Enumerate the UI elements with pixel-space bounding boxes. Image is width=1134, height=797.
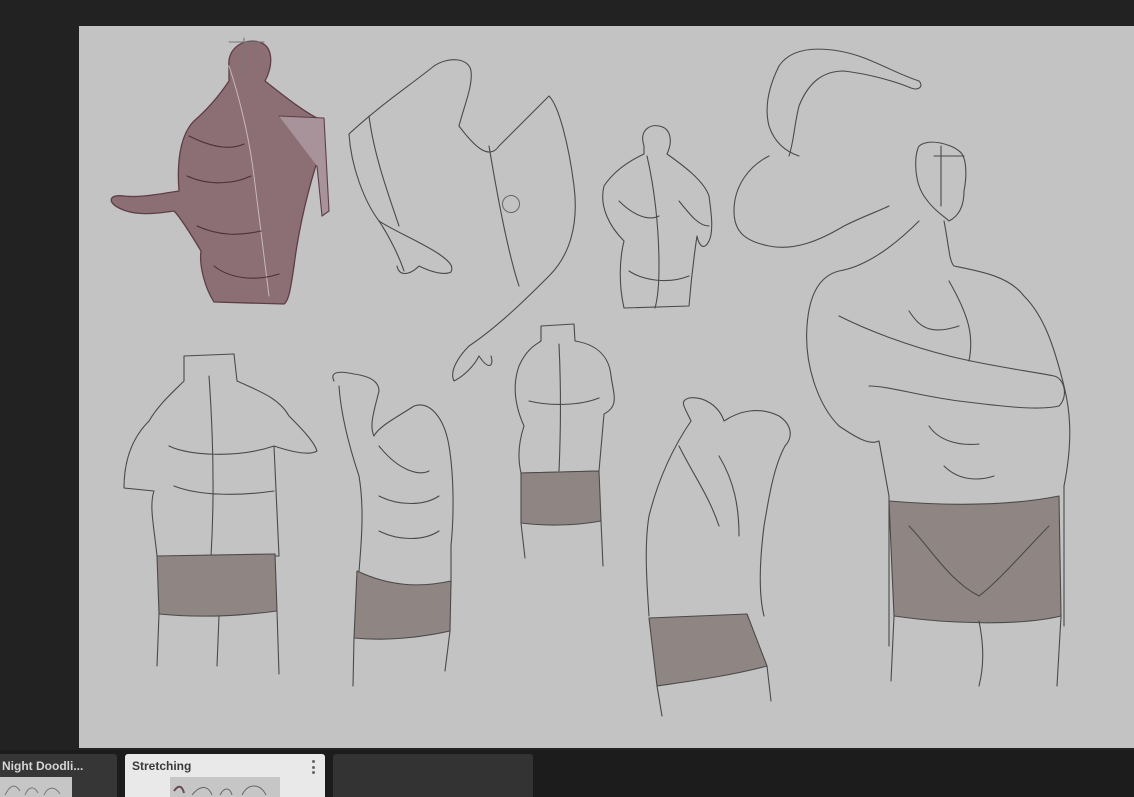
back-twist-sketch	[645, 397, 791, 617]
tab-stretching[interactable]: Stretching	[125, 754, 325, 797]
workspace	[0, 0, 1134, 750]
back-twist-shorts	[648, 613, 768, 687]
brush-cursor-icon	[502, 195, 520, 213]
large-figure-shorts	[888, 495, 1062, 624]
sketch-artwork	[110, 37, 1071, 717]
front-torso-sketch	[123, 353, 318, 557]
rendered-back-torso-sketch	[110, 37, 330, 305]
tab-night-doodling-thumbnail	[0, 777, 72, 797]
front-torso-shorts	[156, 553, 278, 617]
back-view-sketch	[602, 125, 713, 309]
tab-stretching-label: Stretching	[132, 759, 192, 773]
vertical-dots-icon[interactable]	[311, 760, 315, 774]
twisting-torso-shorts	[353, 570, 452, 640]
tab-night-doodling[interactable]: Night Doodli...	[0, 754, 117, 797]
tab-night-doodling-label: Night Doodli...	[2, 759, 84, 773]
drawing-canvas[interactable]	[79, 26, 1134, 748]
raised-arm-sketch	[733, 48, 922, 248]
tab-stretching-thumbnail	[170, 777, 280, 797]
standing-torso-sketch	[514, 323, 615, 474]
tab-empty-slot[interactable]	[333, 754, 533, 797]
document-gallery-bar: Night Doodli... Stretching	[0, 750, 1134, 797]
twisting-torso-sketch	[332, 371, 454, 587]
standing-torso-shorts	[520, 470, 602, 526]
